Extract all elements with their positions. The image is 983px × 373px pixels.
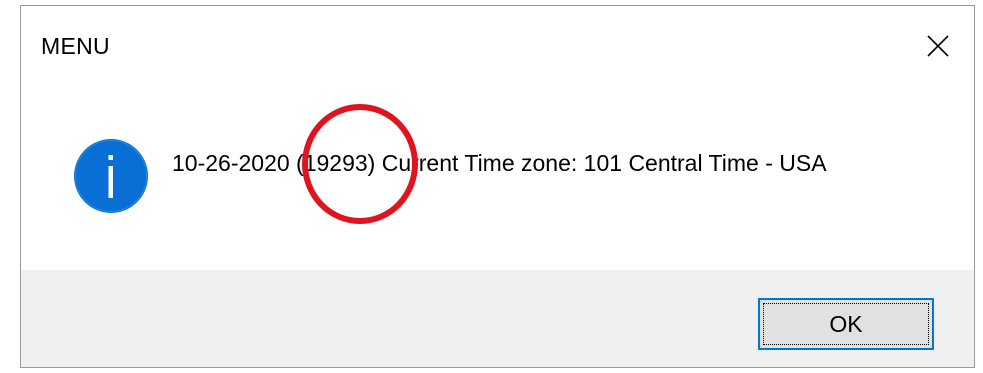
dialog-content: 10-26-2020 (19293) Current Time zone: 10… — [21, 86, 974, 270]
ok-button[interactable]: OK — [758, 298, 934, 350]
dialog-footer: OK — [21, 270, 974, 367]
dialog-title: MENU — [41, 33, 110, 59]
close-icon — [927, 35, 949, 57]
info-icon — [74, 139, 148, 213]
ok-button-label: OK — [829, 311, 863, 337]
title-bar: MENU — [21, 6, 974, 86]
dialog-message: 10-26-2020 (19293) Current Time zone: 10… — [172, 150, 827, 176]
close-button[interactable] — [920, 28, 956, 64]
message-box-dialog: MENU 10-26-2020 (19293) Current Time zon… — [20, 5, 975, 368]
